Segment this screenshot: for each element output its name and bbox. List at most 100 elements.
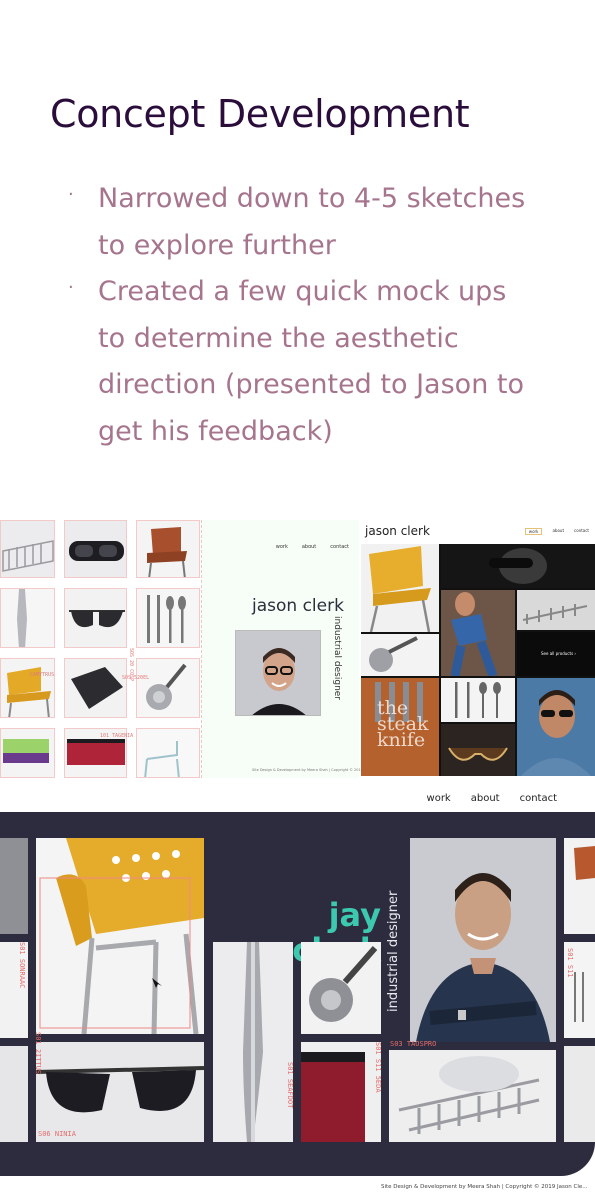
corkscrew-icon xyxy=(146,663,187,710)
product-tag: SOS 520EL xyxy=(122,675,150,681)
chair-icon xyxy=(1,659,54,717)
sponge-icon xyxy=(3,739,49,763)
corkscrew-image xyxy=(301,942,381,1034)
bullet-item: · Narrowed down to 4-5 sketches to explor… xyxy=(68,176,538,269)
collage-mockup: jason clerk work about contact See all p… xyxy=(361,520,595,778)
nav-work-link[interactable]: work xyxy=(276,544,288,550)
large-mockup: work about contact jay clerk industrial … xyxy=(0,780,595,1200)
portrait-figure xyxy=(236,631,320,715)
designer-title: industrial designer xyxy=(332,616,342,701)
bullet-list: · Narrowed down to 4-5 sketches to explor… xyxy=(68,176,538,455)
nav-about-link[interactable]: about xyxy=(302,544,316,550)
dish-rack-thumb xyxy=(0,520,55,578)
designer-name: jason clerk xyxy=(252,596,344,616)
portrait-mockup: work about contact jason clerk industria… xyxy=(201,520,384,778)
designer-first-name: jay xyxy=(328,896,381,934)
chair-icon xyxy=(574,846,595,880)
dish-rack-icon xyxy=(522,604,588,624)
sunglasses-thumb xyxy=(64,588,127,648)
sunglasses-image xyxy=(441,724,515,776)
cutlery-image xyxy=(441,678,515,722)
sunglasses-icon xyxy=(448,747,508,761)
runner-image xyxy=(441,590,515,676)
nav-about-link[interactable]: about xyxy=(552,528,564,535)
large-mockup-nav: work about contact xyxy=(427,793,557,804)
steak-knife-caption: the steak knife xyxy=(377,697,429,751)
knife-thumb xyxy=(0,588,55,648)
cutlery-thumb xyxy=(136,588,200,648)
designer-name: jason clerk xyxy=(365,524,430,538)
yellow-chair-thumb xyxy=(0,658,55,718)
product-tag: S01 S11 xyxy=(566,948,574,978)
product-tag: S01 SEAFDOT xyxy=(286,1062,294,1109)
edge-product-tile xyxy=(0,838,28,934)
bullet-text: Narrowed down to 4-5 sketches to explore… xyxy=(98,183,526,261)
tray-thumb xyxy=(64,658,127,718)
product-tag: S06 NINIA xyxy=(38,1130,76,1138)
edge-product-tile xyxy=(0,1046,28,1142)
tray-icon xyxy=(71,667,123,709)
runner-figure xyxy=(450,592,498,676)
dish-rack-icon xyxy=(2,540,54,572)
chair-icon xyxy=(144,741,180,777)
goggles-thumb xyxy=(64,520,127,578)
bullet-dot-icon: · xyxy=(68,277,74,298)
nav-contact-link[interactable]: contact xyxy=(520,793,557,804)
mockup-nav: work about contact xyxy=(524,528,589,535)
lunchbag-icon xyxy=(301,1052,365,1142)
product-tag: S01 SONRAAC xyxy=(18,942,26,989)
nav-contact-link[interactable]: contact xyxy=(330,544,349,550)
dish-rack-icon xyxy=(398,1056,540,1134)
yellow-chair-image xyxy=(361,544,439,632)
bullet-dot-icon: · xyxy=(68,184,74,205)
mockup-nav: work about contact xyxy=(276,544,349,550)
chair-icon xyxy=(39,838,204,1034)
grid-mockup: CAMYTRUS SOS 520EL 101 TAGENIA SOS 20 CO… xyxy=(0,520,200,778)
nav-work-link[interactable]: work xyxy=(427,793,451,804)
cutlery-icon xyxy=(455,682,501,718)
bullet-text: Created a few quick mock ups to determin… xyxy=(98,276,524,447)
product-tag: S03 TAOSPRO xyxy=(390,1040,437,1048)
sunglasses-icon xyxy=(36,1066,204,1113)
product-tag: SOS 20 COSP xyxy=(128,648,134,682)
biker-image xyxy=(441,544,595,588)
lunchbag-image xyxy=(301,1042,381,1142)
knife-icon xyxy=(17,589,27,647)
sunglasses-icon xyxy=(69,610,125,628)
sponge-thumb xyxy=(0,728,55,778)
nav-about-link[interactable]: about xyxy=(471,793,500,804)
chair-icon xyxy=(147,527,187,577)
biker-figure xyxy=(489,548,547,584)
mockups-band: CAMYTRUS SOS 520EL 101 TAGENIA SOS 20 CO… xyxy=(0,520,595,780)
glass-chair-thumb xyxy=(136,728,200,778)
product-tag: 101 TAGENIA xyxy=(100,733,134,739)
dish-rack-image xyxy=(517,590,595,630)
designer-title: industrial designer xyxy=(386,890,401,1012)
sunglasses-image xyxy=(36,1042,204,1142)
product-tag: CAMYTRUS xyxy=(30,672,55,678)
corkscrew-icon xyxy=(369,636,418,672)
product-tag: S01 2ITTUS xyxy=(34,1032,42,1075)
slide-title: Concept Development xyxy=(50,92,470,136)
corkscrew-image xyxy=(361,634,439,676)
edge-product-tile xyxy=(564,838,595,934)
knife-image xyxy=(213,942,293,1142)
large-mockup-footer: Site Design & Development by Meera Shah … xyxy=(381,1184,588,1190)
cutlery-icon xyxy=(147,595,186,643)
portrait-figure xyxy=(416,873,550,1042)
dish-rack-image xyxy=(389,1050,556,1142)
nav-contact-link[interactable]: contact xyxy=(574,528,589,535)
nav-work-link[interactable]: work xyxy=(524,528,543,535)
portrait-image xyxy=(517,678,595,776)
goggles-icon xyxy=(69,541,124,561)
portrait-figure xyxy=(521,690,591,776)
large-mockup-canvas: jay clerk industrial designer xyxy=(0,812,595,1176)
leather-chair-thumb xyxy=(136,520,200,578)
corkscrew-icon xyxy=(309,946,378,1022)
chair-icon xyxy=(369,546,431,632)
yellow-chair-image xyxy=(36,838,204,1034)
knife-icon xyxy=(243,942,263,1142)
edge-product-tile xyxy=(564,1046,595,1142)
see-all-link[interactable]: See all products › xyxy=(541,651,576,656)
collage-grid: See all products › the steak knife xyxy=(361,544,595,776)
